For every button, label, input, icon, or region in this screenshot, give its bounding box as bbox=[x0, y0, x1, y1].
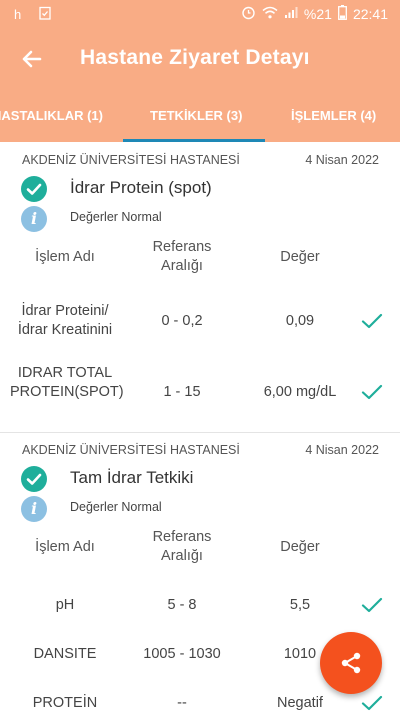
info-icon: i bbox=[21, 206, 47, 232]
row-name: IDRAR TOTAL PROTEIN(SPOT) bbox=[10, 365, 124, 400]
share-icon bbox=[341, 652, 361, 674]
battery-percent: %21 bbox=[303, 6, 332, 22]
signal-icon bbox=[284, 6, 298, 22]
column-header-name: İşlem Adı bbox=[35, 539, 95, 555]
check-icon bbox=[360, 593, 384, 617]
row-range: 1 - 15 bbox=[163, 384, 201, 400]
clock-time: 22:41 bbox=[352, 6, 388, 22]
check-icon bbox=[360, 691, 384, 711]
wifi-icon bbox=[262, 6, 278, 22]
notification-h-icon: h bbox=[14, 7, 22, 22]
status-bar: h %21 22:41 bbox=[0, 0, 400, 28]
check-circle-icon bbox=[21, 466, 47, 492]
section-divider bbox=[0, 432, 400, 433]
column-header-name: İşlem Adı bbox=[35, 249, 95, 265]
column-header-value: Değer bbox=[280, 539, 320, 555]
check-icon bbox=[360, 380, 384, 404]
row-range: -- bbox=[177, 695, 187, 711]
status-text: Değerler Normal bbox=[70, 500, 162, 514]
row-name: DANSITE bbox=[33, 646, 97, 662]
tab-islemler[interactable]: İŞLEMLER (4) bbox=[291, 108, 376, 123]
back-arrow-icon[interactable] bbox=[18, 44, 48, 74]
visit-date: 4 Nisan 2022 bbox=[305, 443, 379, 457]
row-range: 1005 - 1030 bbox=[143, 646, 221, 662]
row-value: 6,00 mg/dL bbox=[263, 384, 337, 400]
row-name: İdrar Proteini/ İdrar Kreatinini bbox=[17, 303, 113, 338]
status-text: Değerler Normal bbox=[70, 210, 162, 224]
alarm-icon bbox=[241, 5, 256, 23]
info-icon: i bbox=[21, 496, 47, 522]
test-title: İdrar Protein (spot) bbox=[70, 178, 212, 197]
app-bar: Hastane Ziyaret Detayı bbox=[0, 28, 400, 90]
column-header-range: Referans Aralığı bbox=[152, 529, 212, 564]
check-circle-icon bbox=[21, 176, 47, 202]
visit-list[interactable]: AKDENİZ ÜNİVERSİTESİ HASTANESİ 4 Nisan 2… bbox=[0, 142, 400, 711]
clipboard-check-icon bbox=[39, 6, 51, 23]
row-name: PROTEİN bbox=[32, 695, 98, 711]
share-button[interactable] bbox=[320, 632, 382, 694]
row-name: pH bbox=[55, 597, 75, 613]
row-value: Negatif bbox=[277, 695, 323, 711]
column-header-value: Değer bbox=[280, 249, 320, 265]
test-title: Tam İdrar Tetkiki bbox=[70, 468, 194, 487]
column-header-range: Referans Aralığı bbox=[152, 239, 212, 274]
tab-tetkikler[interactable]: TETKİKLER (3) bbox=[150, 108, 242, 123]
check-icon bbox=[360, 309, 384, 333]
hospital-name: AKDENİZ ÜNİVERSİTESİ HASTANESİ bbox=[22, 153, 240, 167]
row-value: 0,09 bbox=[285, 313, 315, 329]
tab-bar: HASTALIKLAR (1) TETKİKLER (3) İŞLEMLER (… bbox=[0, 90, 400, 142]
hospital-name: AKDENİZ ÜNİVERSİTESİ HASTANESİ bbox=[22, 443, 240, 457]
battery-icon bbox=[338, 5, 347, 23]
row-range: 0 - 0,2 bbox=[161, 313, 203, 329]
row-range: 5 - 8 bbox=[167, 597, 197, 613]
tab-hastaliklar[interactable]: HASTALIKLAR (1) bbox=[0, 108, 103, 123]
page-title: Hastane Ziyaret Detayı bbox=[80, 46, 310, 69]
row-value: 5,5 bbox=[289, 597, 311, 613]
visit-date: 4 Nisan 2022 bbox=[305, 153, 379, 167]
